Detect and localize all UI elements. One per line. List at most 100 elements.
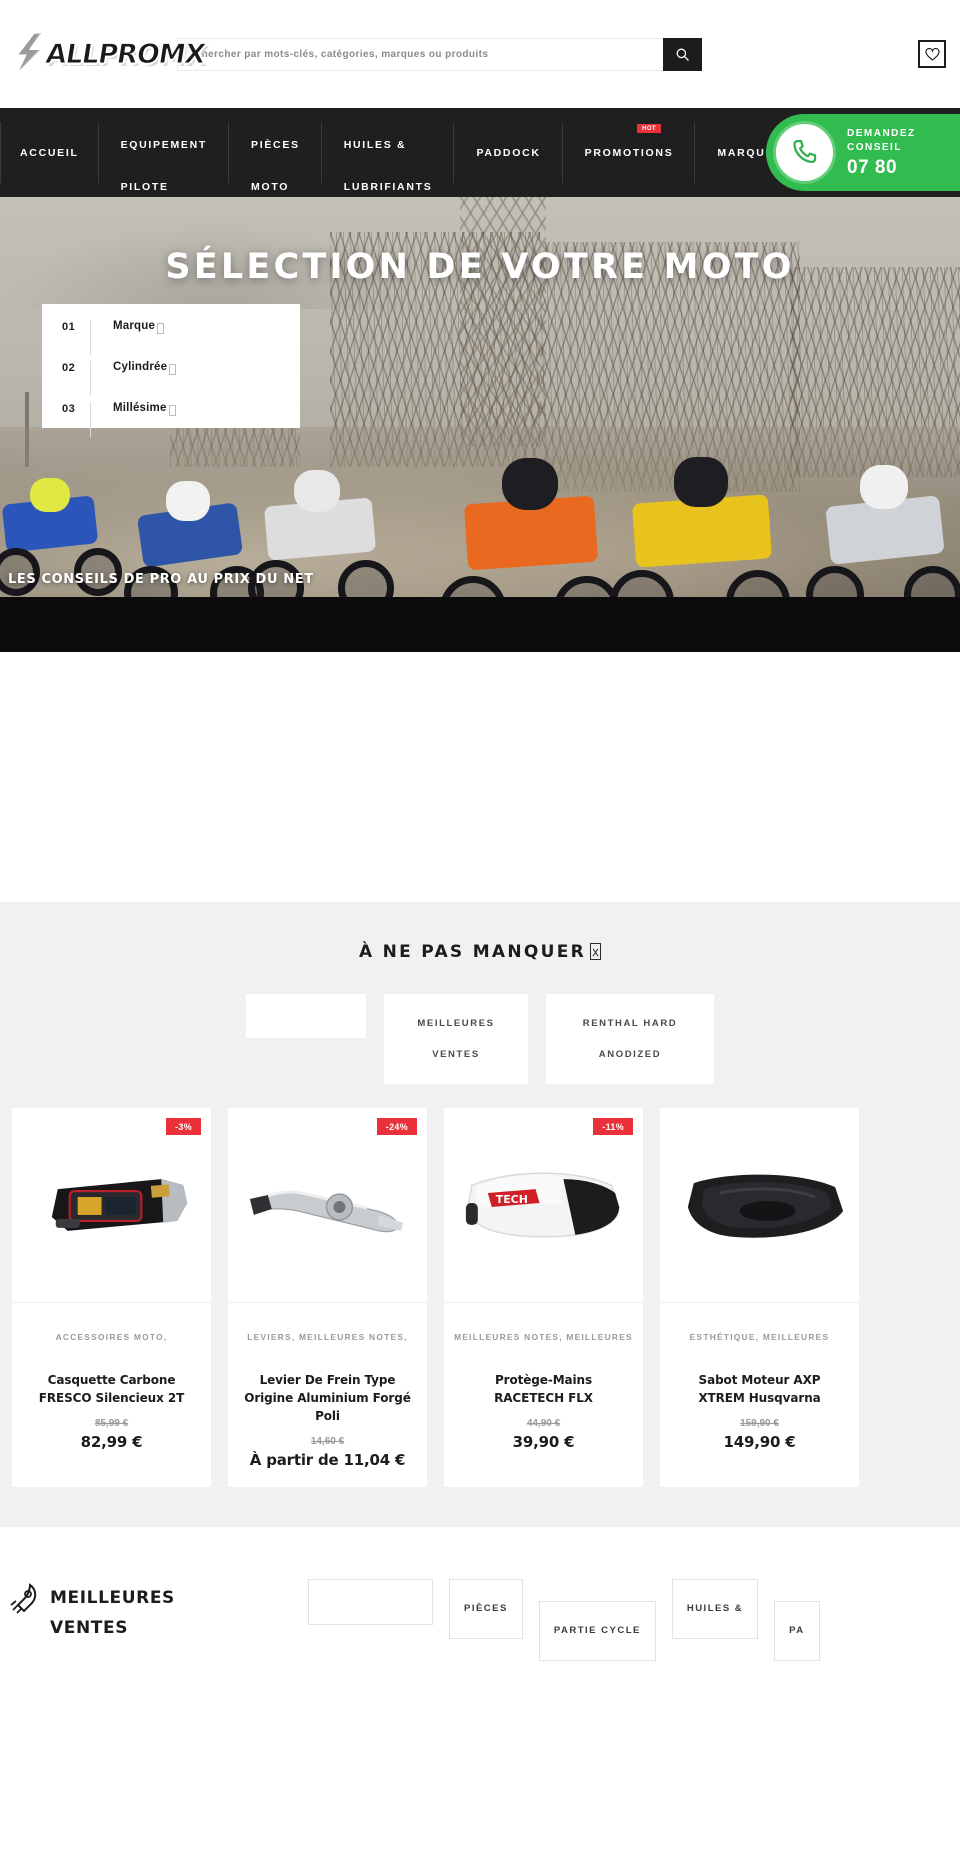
nav-label: ACCUEIL — [20, 146, 79, 159]
search-icon — [676, 48, 689, 61]
phone-icon-circle — [773, 121, 836, 184]
site-header: ALLPROMX — [0, 0, 960, 108]
bestsellers-tab-pa[interactable]: PA — [774, 1601, 820, 1661]
phone-text: DEMANDEZ CONSEIL 07 80 — [847, 127, 916, 179]
nav-item-promotions[interactable]: HOT PROMOTIONS — [563, 108, 696, 197]
heart-icon — [924, 47, 940, 61]
nav-label: EQUIPEMENT PILOTE — [120, 139, 208, 193]
promo-title: À NE PAS MANQUER — [0, 942, 960, 962]
chevron-down-icon — [169, 364, 177, 375]
phone-icon — [793, 140, 817, 164]
product-card[interactable]: -24% LEVIERS, MEILLEURES NOTES, Levier D… — [228, 1108, 427, 1487]
product-card[interactable]: -3% ACCESSOIRES MOTO, Casquette Carbone … — [12, 1108, 211, 1487]
bestsellers-title: MEILLEURES VENTES — [50, 1588, 175, 1638]
product-categories: ESTHÉTIQUE, MEILLEURES — [689, 1332, 830, 1342]
product-card[interactable]: -11% TECH MEILLEURES NOTES, MEILLEURES P… — [444, 1108, 643, 1487]
bestsellers-tab-huiles[interactable]: HUILES & — [671, 1579, 759, 1639]
selector-divider — [90, 361, 91, 396]
product-price: 149,90 € — [723, 1433, 796, 1451]
phone-number: 07 80 — [847, 156, 898, 178]
discount-badge: -11% — [593, 1118, 633, 1135]
discount-badge: -3% — [166, 1118, 201, 1135]
bestsellers-section: MEILLEURES VENTES PIÈCES PARTIE CYCLE HU… — [0, 1527, 960, 1707]
product-name: Protège-Mains RACETECH FLX — [494, 1373, 593, 1405]
logo-text: ALLPROMX — [43, 38, 207, 70]
nav-item-huiles-lubrifiants[interactable]: HUILES & LUBRIFIANTS — [322, 108, 455, 197]
search-form — [177, 37, 702, 71]
product-image — [660, 1108, 859, 1303]
product-price: 82,99 € — [80, 1433, 143, 1451]
header-actions — [918, 0, 960, 108]
svg-text:TECH: TECH — [496, 1193, 528, 1206]
selector-divider — [90, 320, 91, 355]
bestsellers-tab-pieces[interactable]: PIÈCES — [449, 1579, 523, 1639]
exhaust-silencer-icon — [51, 1179, 188, 1231]
product-old-price: 14,60 € — [310, 1436, 345, 1447]
rider-3 — [240, 458, 410, 618]
nav-item-equipement-pilote[interactable]: EQUIPEMENT PILOTE — [99, 108, 230, 197]
main-navigation: ACCUEIL EQUIPEMENT PILOTE PIÈCES MOTO HU… — [0, 108, 960, 197]
logo[interactable]: ALLPROMX — [0, 32, 207, 76]
bestsellers-tabs: PIÈCES PARTIE CYCLE HUILES & PA — [308, 1579, 820, 1661]
promo-tab-0[interactable] — [246, 994, 366, 1038]
product-old-price: 44,90 € — [526, 1418, 561, 1429]
product-categories: ACCESSOIRES MOTO, — [55, 1332, 168, 1342]
selector-row-cylindree[interactable]: 02 Cylindrée — [42, 361, 300, 402]
discount-badge: -24% — [376, 1118, 417, 1135]
hero-banner: SÉLECTION DE VOTRE MOTO 01 Marque 02 Cyl… — [0, 197, 960, 652]
nav-label: PIÈCES MOTO — [251, 139, 300, 193]
selector-row-marque[interactable]: 01 Marque — [42, 320, 300, 361]
nav-badge-hot: HOT — [637, 124, 662, 133]
product-price: 39,90 € — [512, 1433, 575, 1451]
phone-callback-widget[interactable]: DEMANDEZ CONSEIL 07 80 — [766, 114, 960, 191]
chevron-down-icon — [168, 405, 176, 416]
search-button[interactable] — [663, 37, 702, 71]
promo-title-text: À NE PAS MANQUER — [358, 942, 587, 962]
bestsellers-heading: MEILLEURES VENTES — [10, 1583, 175, 1643]
lightning-bolt-icon — [11, 32, 48, 76]
product-name: Casquette Carbone FRESCO Silencieux 2T — [38, 1373, 185, 1405]
hero-title: SÉLECTION DE VOTRE MOTO — [165, 247, 795, 287]
selector-divider — [90, 402, 91, 437]
selector-step-number: 03 — [62, 403, 76, 415]
product-price: À partir de 11,04 € — [249, 1451, 406, 1469]
product-categories: MEILLEURES NOTES, MEILLEURES — [454, 1332, 633, 1342]
wishlist-button[interactable] — [918, 40, 946, 68]
product-image — [228, 1108, 427, 1303]
nav-item-paddock[interactable]: PADDOCK — [454, 108, 563, 197]
nav-item-pieces-moto[interactable]: PIÈCES MOTO — [229, 108, 322, 197]
handguard-icon: TECH — [465, 1172, 620, 1238]
product-image — [12, 1108, 211, 1303]
content-gap — [0, 652, 960, 902]
promo-tab-meilleures-ventes[interactable]: MEILLEURES VENTES — [384, 994, 528, 1084]
missing-glyph-icon — [590, 943, 602, 960]
selector-row-millesime[interactable]: 03 Millésime — [42, 402, 300, 443]
hero-bottom-bar — [0, 597, 960, 652]
selector-label-text: Marque — [113, 320, 156, 332]
chevron-down-icon — [157, 323, 165, 334]
nav-label: HUILES & LUBRIFIANTS — [343, 139, 433, 193]
selector-label-text: Cylindrée — [113, 361, 168, 373]
search-input[interactable] — [177, 37, 663, 71]
hero-tagline: LES CONSEILS DE PRO AU PRIX DU NET — [8, 572, 314, 587]
selector-label: Millésime — [113, 402, 176, 416]
phone-line-2: CONSEIL — [847, 141, 902, 153]
promo-tab-renthal-hard-anodized[interactable]: RENTHAL HARD ANODIZED — [546, 994, 714, 1084]
product-card[interactable]: ESTHÉTIQUE, MEILLEURES Sabot Moteur AXP … — [660, 1108, 859, 1487]
skid-plate-icon — [687, 1174, 844, 1238]
bestsellers-tab-0[interactable] — [308, 1579, 433, 1625]
selector-label-text: Millésime — [113, 402, 167, 414]
selector-step-number: 01 — [62, 321, 76, 333]
selector-label: Marque — [113, 320, 165, 334]
product-old-price: 159,90 € — [740, 1418, 779, 1429]
product-name: Sabot Moteur AXP XTREM Husqvarna — [698, 1373, 821, 1405]
rocket-icon — [10, 1583, 37, 1614]
promo-tabs: MEILLEURES VENTES RENTHAL HARD ANODIZED — [0, 994, 960, 1084]
bestsellers-tab-partie-cycle[interactable]: PARTIE CYCLE — [538, 1601, 656, 1661]
selector-step-number: 02 — [62, 362, 76, 374]
promo-section: À NE PAS MANQUER MEILLEURES VENTES RENTH… — [0, 902, 960, 1527]
nav-label: PROMOTIONS — [584, 146, 674, 159]
product-name: Levier De Frein Type Origine Aluminium F… — [244, 1373, 411, 1423]
nav-item-accueil[interactable]: ACCUEIL — [0, 108, 99, 197]
brake-lever-icon — [249, 1190, 404, 1233]
